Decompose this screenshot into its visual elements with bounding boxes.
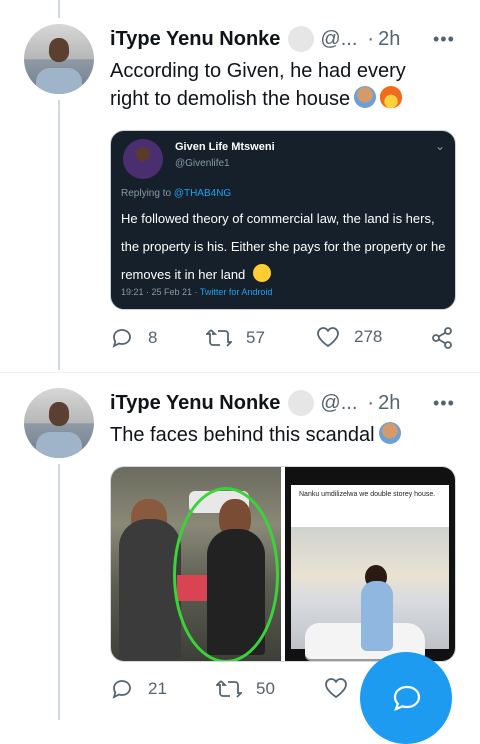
media-photo-right[interactable]: Nanku umdilizelwa we double storey house… bbox=[285, 467, 455, 661]
avatar-badge-icon bbox=[288, 26, 315, 52]
reply-icon bbox=[112, 329, 131, 348]
reply-button[interactable]: 8 bbox=[110, 326, 157, 350]
fire-emoji-icon bbox=[380, 86, 403, 108]
tweet-header: iType Yenu Nonke @... · 2h bbox=[110, 390, 400, 416]
facepalm-emoji-icon bbox=[354, 86, 377, 108]
media-grid[interactable]: Nanku umdilizelwa we double storey house… bbox=[110, 466, 456, 662]
quoted-text-content: He followed theory of commercial law, th… bbox=[121, 211, 446, 282]
like-count: 278 bbox=[354, 327, 383, 346]
replying-to-handle: @THAB4NG bbox=[173, 188, 232, 199]
compose-icon bbox=[393, 685, 421, 711]
share-icon bbox=[432, 327, 452, 349]
author-name[interactable]: iType Yenu Nonke bbox=[110, 28, 280, 51]
chevron-down-icon: ⌄ bbox=[434, 139, 445, 153]
replying-to: Replying to @THAB4NG bbox=[121, 188, 231, 199]
timestamp[interactable]: 2h bbox=[378, 28, 400, 51]
quoted-tweet-screenshot[interactable]: Given Life Mtsweni @Givenlife1 ⌄ Replyin… bbox=[110, 130, 456, 310]
compose-button[interactable] bbox=[360, 652, 452, 744]
retweet-icon bbox=[206, 329, 232, 347]
avatar[interactable] bbox=[24, 24, 94, 94]
timestamp[interactable]: 2h bbox=[378, 392, 400, 415]
tweet-text-content: The faces behind this scandal bbox=[110, 424, 375, 446]
more-options-icon[interactable]: ••• bbox=[433, 29, 455, 50]
thread-line-top bbox=[58, 0, 60, 18]
retweet-count: 50 bbox=[256, 679, 275, 698]
quoted-author-name: Given Life Mtsweni bbox=[175, 141, 275, 153]
tweet-actions: 8 57 278 bbox=[110, 326, 460, 356]
facepalm-emoji-icon bbox=[378, 422, 401, 444]
reply-icon bbox=[112, 680, 131, 699]
more-options-icon[interactable]: ••• bbox=[433, 393, 455, 414]
quoted-text: He followed theory of commercial law, th… bbox=[121, 205, 451, 289]
quoted-author-handle: @Givenlife1 bbox=[175, 158, 230, 169]
like-button[interactable] bbox=[324, 677, 362, 699]
retweet-icon bbox=[216, 680, 242, 698]
author-name[interactable]: iType Yenu Nonke bbox=[110, 392, 280, 415]
grin-emoji-icon bbox=[252, 264, 271, 282]
author-handle[interactable]: @... bbox=[320, 28, 357, 51]
retweet-button[interactable]: 57 bbox=[206, 326, 265, 350]
avatar-badge-icon bbox=[288, 390, 315, 416]
like-icon bbox=[325, 678, 347, 699]
reply-button[interactable]: 21 bbox=[110, 677, 167, 701]
divider bbox=[0, 372, 480, 373]
author-handle[interactable]: @... bbox=[320, 392, 357, 415]
retweet-button[interactable]: 50 bbox=[216, 677, 275, 701]
replying-to-prefix: Replying to bbox=[121, 188, 172, 199]
media-caption: Nanku umdilizelwa we double storey house… bbox=[299, 491, 436, 498]
thread-line-1 bbox=[58, 100, 60, 370]
retweet-count: 57 bbox=[246, 328, 265, 347]
like-icon bbox=[317, 327, 339, 348]
reply-count: 8 bbox=[148, 328, 158, 347]
quoted-meta: 19:21 · 25 Feb 21 · Twitter for Android bbox=[121, 287, 272, 297]
media-photo-left[interactable] bbox=[111, 467, 281, 661]
quoted-avatar bbox=[123, 139, 163, 179]
separator-dot: · bbox=[367, 27, 375, 50]
avatar[interactable] bbox=[24, 388, 94, 458]
tweet-text: The faces behind this scandal bbox=[110, 421, 450, 449]
separator-dot: · bbox=[367, 391, 375, 414]
reply-count: 21 bbox=[148, 679, 167, 698]
tweet-header: iType Yenu Nonke @... · 2h bbox=[110, 26, 400, 52]
quoted-meta-time: 19:21 · 25 Feb 21 · bbox=[121, 287, 198, 297]
like-button[interactable]: 278 bbox=[316, 326, 382, 348]
thread-line-2 bbox=[58, 464, 60, 720]
tweet-text: According to Given, he had every right t… bbox=[110, 57, 450, 113]
quoted-meta-source: Twitter for Android bbox=[199, 287, 273, 297]
share-button[interactable] bbox=[430, 326, 468, 350]
